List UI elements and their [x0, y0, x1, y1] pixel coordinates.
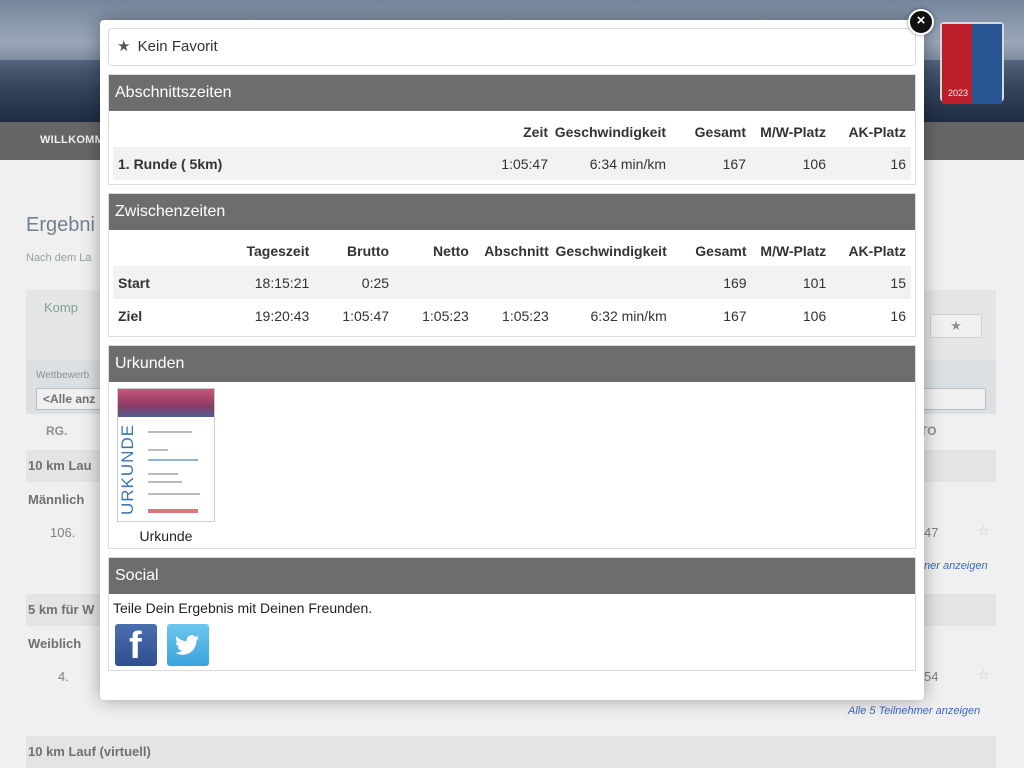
column-header: AK-Platz [848, 124, 906, 140]
column-header [113, 117, 493, 147]
table-cell: 18:15:21 [222, 266, 315, 299]
table-cell: 1:05:23 [502, 307, 549, 324]
intermediate-times-table: Tageszeit Brutto Netto Abschnitt Geschwindig… [113, 236, 911, 332]
section-title: Urkunden [109, 346, 915, 382]
table-cell: 16 [831, 147, 911, 180]
column-header: Brutto [347, 243, 390, 259]
column-header: M/W-Platz [760, 124, 826, 140]
table-cell: 106 [802, 307, 827, 324]
table-cell [473, 266, 554, 299]
certificate-caption[interactable]: Urkunde [117, 528, 215, 544]
section-title: Zwischenzeiten [109, 194, 915, 230]
section-title: Social [109, 558, 915, 594]
row-label: Start [113, 266, 223, 299]
column-header: Geschwindigkeit [555, 243, 667, 259]
table-cell: 167 [671, 147, 751, 180]
table-cell: 1:05:23 [422, 307, 469, 324]
table-cell: 106 [751, 147, 831, 180]
social-share-text: Teile Dein Ergebnis mit Deinen Freunden. [113, 600, 373, 616]
table-cell [394, 266, 474, 299]
table-cell: 0:25 [314, 266, 395, 299]
table-cell: 6:32 min/km [590, 307, 667, 324]
table-cell: 16 [890, 307, 906, 324]
certificate-item[interactable]: URKUNDE Urkunde [117, 388, 215, 544]
table-cell: 101 [751, 266, 832, 299]
column-header: Gesamt [695, 243, 747, 259]
facebook-icon[interactable]: f [115, 624, 157, 667]
table-row: Ziel 19:20:43 1:05:47 1:05:23 1:05:23 6:32 mi… [113, 299, 911, 332]
certificate-thumbnail[interactable]: URKUNDE [117, 388, 215, 522]
column-header: Tageszeit [246, 243, 310, 259]
table-cell: 1:05:47 [342, 307, 390, 324]
row-label: Ziel [118, 307, 143, 324]
column-header: Zeit [523, 124, 548, 140]
section-title: Abschnittszeiten [109, 75, 915, 111]
column-header: Geschwindigkeit [554, 124, 666, 140]
column-header: Netto [433, 243, 469, 259]
table-cell: 1:05:47 [493, 147, 553, 180]
split-times-section: Abschnittszeiten Zeit Geschwindigkeit Gesa… [108, 74, 916, 185]
column-header [113, 236, 222, 266]
row-label: 1. Runde ( 5km) [113, 147, 493, 180]
column-header: Gesamt [694, 124, 746, 140]
table-row: 1. Runde ( 5km) 1:05:47 6:34 min/km 167 106 1… [113, 147, 911, 180]
table-row: Start 18:15:21 0:25 169 101 15 [113, 266, 911, 299]
certificates-section: Urkunden URKUNDE Urkunde [108, 345, 916, 549]
favorite-toggle[interactable]: ★ Kein Favorit [108, 28, 916, 66]
intermediate-times-section: Zwischenzeiten Tageszeit Brutto Netto Absch… [108, 193, 916, 337]
column-header: Abschnitt [484, 243, 549, 259]
twitter-icon[interactable] [167, 624, 209, 666]
table-cell: 167 [723, 307, 747, 324]
close-button[interactable]: × [908, 9, 934, 35]
favorite-label: Kein Favorit [137, 38, 218, 55]
table-cell: 6:34 min/km [553, 147, 671, 180]
result-detail-modal: ★ Kein Favorit Abschnittszeiten Zeit Gesc… [100, 20, 924, 700]
star-icon: ★ [117, 38, 131, 55]
column-header: M/W-Platz [760, 243, 827, 259]
twitter-bird-icon [175, 635, 199, 655]
table-cell: 19:20:43 [254, 307, 310, 324]
split-times-table: Zeit Geschwindigkeit Gesamt M/W-Platz AK-Pla… [113, 117, 911, 180]
table-cell: 169 [671, 266, 752, 299]
social-section: Social Teile Dein Ergebnis mit Deinen Fr… [108, 557, 916, 671]
table-cell: 15 [831, 266, 911, 299]
table-cell [553, 266, 672, 299]
column-header: AK-Platz [848, 243, 906, 259]
